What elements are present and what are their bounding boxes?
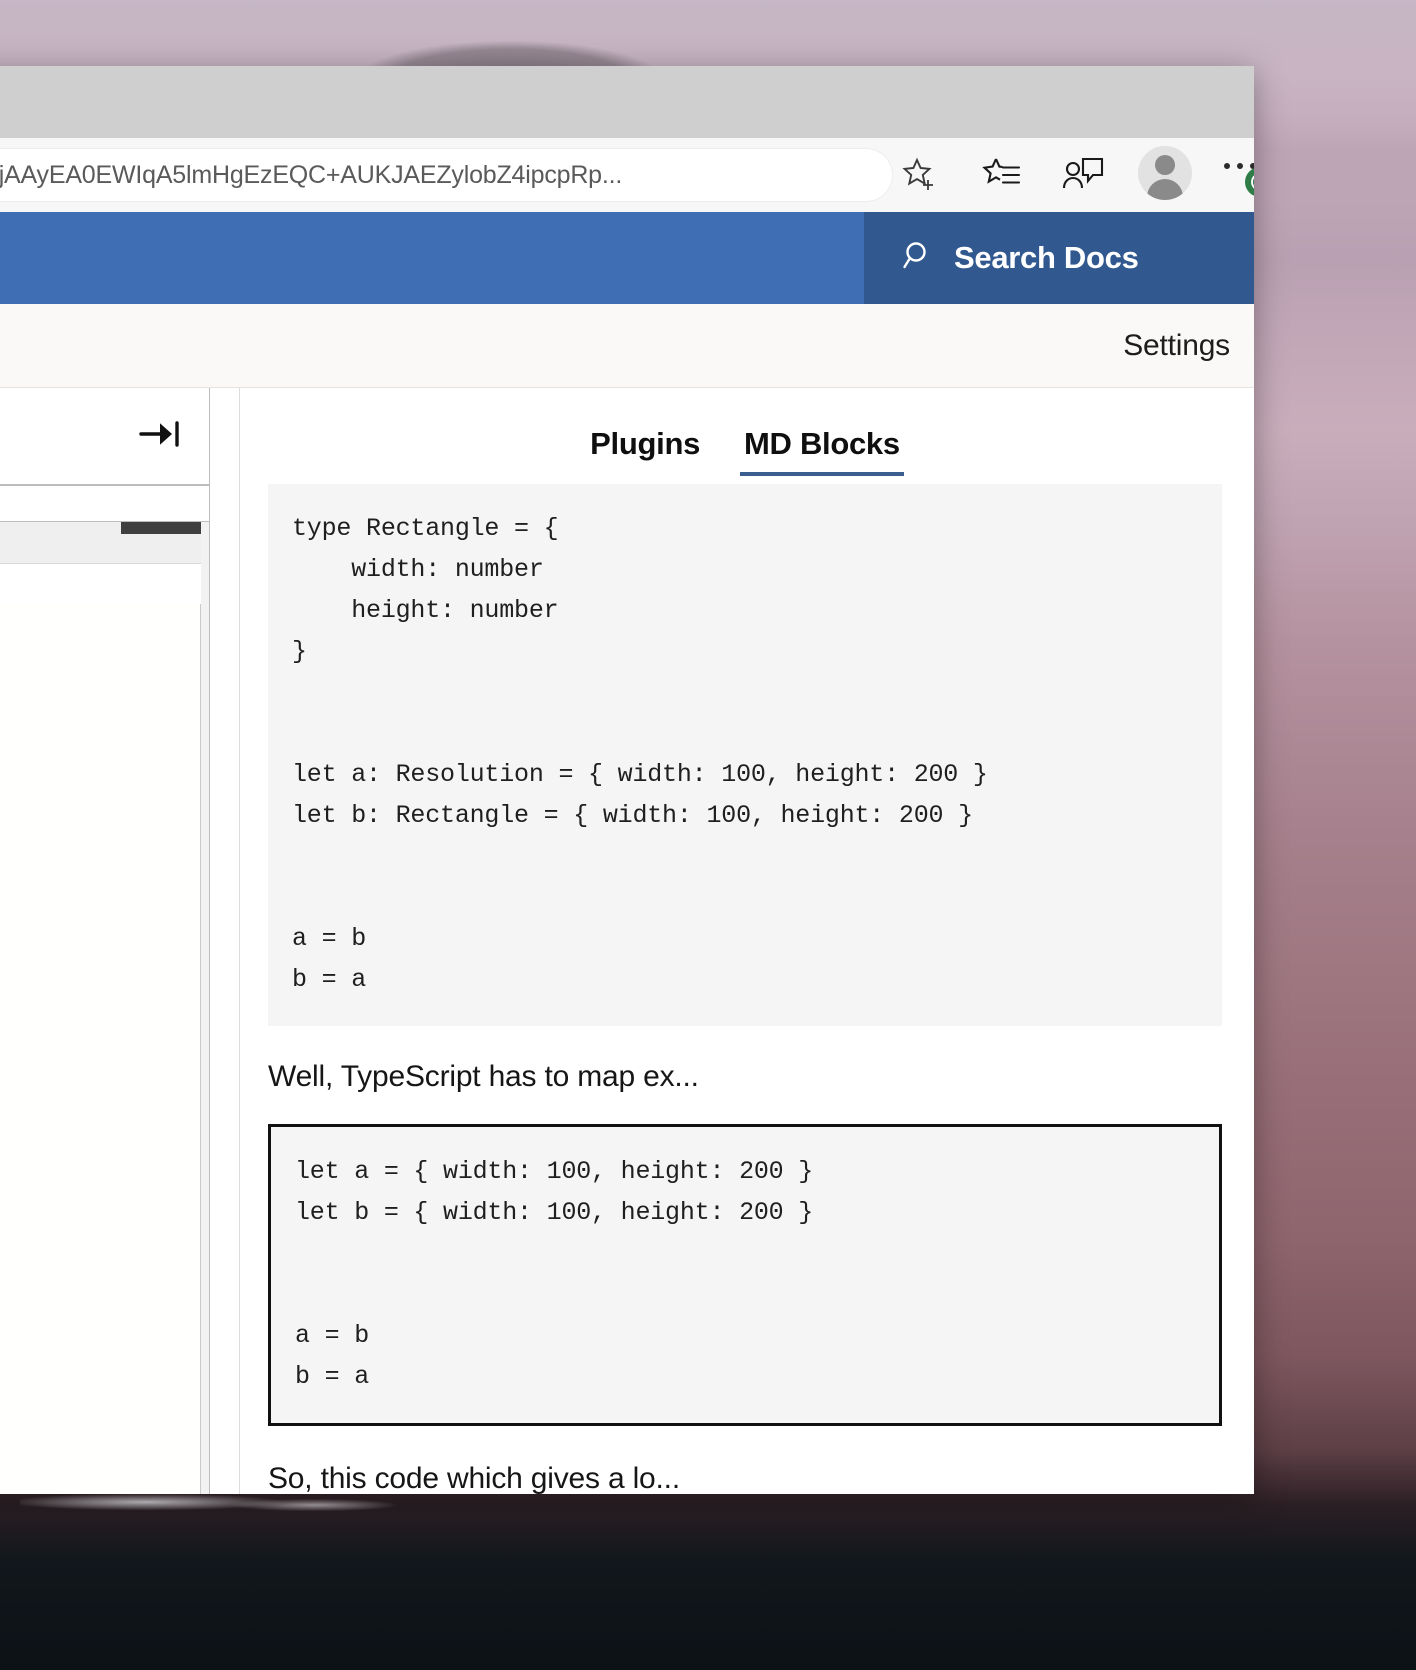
star-plus-icon[interactable] bbox=[892, 147, 948, 203]
code-line: let b = { width: 100, height: 200 } bbox=[295, 1198, 814, 1227]
code-line: let b: Rectangle = { width: 100, height:… bbox=[292, 801, 973, 830]
page-body: Plugins MD Blocks type Rectangle = { wid… bbox=[0, 388, 1254, 1494]
sidebar-scrollbar[interactable] bbox=[0, 522, 209, 1494]
paragraph: So, this code which gives a lo... bbox=[268, 1462, 680, 1494]
code-line: } bbox=[292, 637, 307, 666]
address-bar-text: MALAXBAjAAyEA0EWIqA5lmHgEzEQC+AUKJAEZylo… bbox=[0, 160, 623, 189]
code-line: a = b bbox=[292, 924, 367, 953]
tab-plugins[interactable]: Plugins bbox=[586, 426, 704, 476]
ellipsis-dots bbox=[1224, 163, 1254, 169]
code-line: width: number bbox=[292, 555, 544, 584]
left-sidebar bbox=[0, 388, 210, 1494]
favorites-list-icon[interactable] bbox=[974, 147, 1030, 203]
doc-tabs: Plugins MD Blocks bbox=[268, 388, 1222, 484]
site-header: Search Docs bbox=[0, 212, 1254, 304]
document-content: Plugins MD Blocks type Rectangle = { wid… bbox=[240, 388, 1254, 1494]
code-line: let a = { width: 100, height: 200 } bbox=[295, 1157, 814, 1186]
site-subnav: Settings bbox=[0, 304, 1254, 388]
sidebar-divider bbox=[0, 486, 209, 522]
browser-titlebar[interactable] bbox=[0, 66, 1254, 138]
avatar bbox=[1138, 146, 1192, 200]
collapse-to-right-icon[interactable] bbox=[139, 419, 183, 454]
code-line: let a: Resolution = { width: 100, height… bbox=[292, 760, 988, 789]
update-available-arrow-icon bbox=[1245, 167, 1254, 197]
ellipsis-menu-icon[interactable] bbox=[1218, 147, 1254, 203]
search-icon bbox=[902, 239, 936, 278]
settings-link[interactable]: Settings bbox=[1123, 329, 1230, 363]
code-line: b = a bbox=[295, 1362, 370, 1391]
paragraph: Well, TypeScript has to map ex... bbox=[268, 1060, 699, 1093]
sidebar-panel bbox=[0, 604, 201, 1494]
collections-icon[interactable] bbox=[1056, 147, 1112, 203]
code-block-highlighted: let a = { width: 100, height: 200 } let … bbox=[268, 1124, 1222, 1426]
code-block: type Rectangle = { width: number height:… bbox=[268, 484, 1222, 1026]
code-line: height: number bbox=[292, 596, 559, 625]
search-docs-button[interactable]: Search Docs bbox=[864, 212, 1254, 304]
sidebar-scrollbar-thumb[interactable] bbox=[121, 522, 201, 534]
code-line: type Rectangle = { bbox=[292, 514, 559, 543]
sidebar-scrollbar-track[interactable] bbox=[201, 522, 209, 1494]
browser-window: MALAXBAjAAyEA0EWIqA5lmHgEzEQC+AUKJAEZylo… bbox=[0, 66, 1254, 1494]
profile-button[interactable] bbox=[1138, 146, 1192, 204]
code-line: b = a bbox=[292, 965, 367, 994]
search-docs-label: Search Docs bbox=[954, 240, 1139, 275]
content-divider bbox=[210, 388, 240, 1494]
address-bar[interactable]: MALAXBAjAAyEA0EWIqA5lmHgEzEQC+AUKJAEZylo… bbox=[0, 149, 892, 201]
tab-md-blocks[interactable]: MD Blocks bbox=[740, 426, 904, 476]
code-line: a = b bbox=[295, 1321, 370, 1350]
sidebar-header bbox=[0, 388, 209, 486]
site-brand-area bbox=[0, 212, 864, 304]
browser-toolbar: MALAXBAjAAyEA0EWIqA5lmHgEzEQC+AUKJAEZylo… bbox=[0, 138, 1254, 212]
